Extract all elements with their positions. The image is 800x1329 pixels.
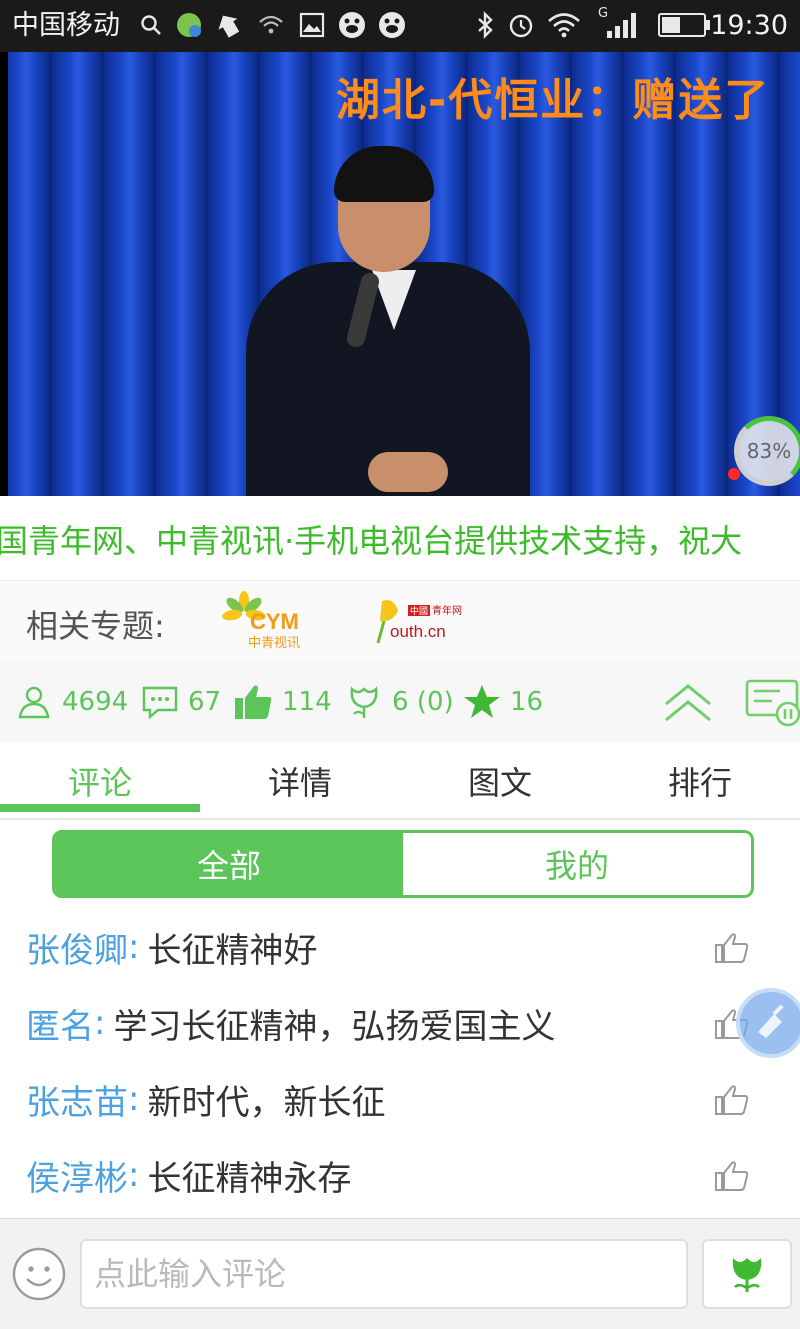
- comment-item: 匿名: 学习长征精神，弘扬爱国主义: [26, 998, 766, 1048]
- comment-bubble-icon: [142, 686, 178, 720]
- flower-count-value: 6 (0): [392, 687, 454, 717]
- baidu-icon: [378, 10, 406, 40]
- app-icon: [214, 10, 244, 40]
- comment-like-icon[interactable]: [714, 1084, 750, 1116]
- ticker-text: 国青年网、中青视讯·手机电视台提供技术支持，祝大: [0, 522, 743, 560]
- svg-text:中國: 中國: [410, 605, 428, 617]
- related-topics-bar: 相关专题: CYM 中青视讯 中國 青年网 outh.cn: [0, 580, 800, 663]
- favorite-count-value: 16: [510, 687, 544, 717]
- alarm-icon: [506, 10, 536, 40]
- wifi-icon: [546, 10, 582, 40]
- cym-logo-caption: 中青视讯: [248, 636, 300, 651]
- bluetooth-icon: [474, 10, 496, 40]
- comment-item: 张俊卿: 长征精神好: [26, 922, 766, 972]
- comment-colon: :: [128, 1155, 140, 1195]
- svg-text:青年网: 青年网: [432, 604, 462, 617]
- program-list-icon[interactable]: [744, 676, 800, 728]
- like-count[interactable]: 114: [232, 682, 332, 722]
- cym-logo[interactable]: CYM 中青视讯: [222, 591, 322, 651]
- floating-clean-button[interactable]: [736, 988, 800, 1058]
- comment-text: 学习长征精神，弘扬爱国主义: [113, 1006, 556, 1047]
- comment-text: 长征精神永存: [147, 1158, 352, 1199]
- favorite-count[interactable]: 16: [462, 682, 543, 722]
- viewer-count: 4694: [14, 682, 128, 722]
- comment-colon: :: [128, 927, 140, 967]
- comment-count-value: 67: [188, 687, 222, 717]
- comment-text: 新时代，新长征: [147, 1082, 386, 1123]
- tab-comments[interactable]: 评论: [0, 758, 200, 804]
- carrier-name: 中国移动: [12, 10, 120, 41]
- comment-text: 长征精神好: [147, 930, 318, 971]
- comment-input-bar: [0, 1218, 800, 1329]
- comment-count[interactable]: 67: [140, 682, 221, 722]
- baidu-icon: [338, 10, 366, 40]
- comment-username[interactable]: 张俊卿: [26, 923, 128, 972]
- flower-icon: [350, 686, 378, 718]
- clock: 19:30: [710, 10, 788, 41]
- signal-icon: [604, 10, 640, 40]
- search-icon: [138, 10, 164, 40]
- comment-item: 张志苗: 新时代，新长征: [26, 1074, 766, 1124]
- comment-username[interactable]: 侯淳彬: [26, 1151, 128, 1200]
- related-topics-label: 相关专题:: [26, 607, 165, 645]
- scrolling-ticker: 国青年网、中青视讯·手机电视台提供技术支持，祝大: [0, 496, 800, 580]
- broom-icon: [758, 1004, 784, 1038]
- comment-item: 侯淳彬: 长征精神永存: [26, 1150, 766, 1200]
- tab-graphics[interactable]: 图文: [400, 758, 600, 804]
- video-player[interactable]: 湖北-代恒业：赠送了: [0, 52, 800, 496]
- status-bar: 中国移动 G 19:30: [0, 0, 800, 52]
- filter-all-button[interactable]: 全部: [55, 833, 403, 895]
- tab-details[interactable]: 详情: [200, 758, 400, 804]
- star-icon: [464, 685, 500, 718]
- comment-like-icon[interactable]: [714, 932, 750, 964]
- comment-username[interactable]: 匿名: [26, 999, 94, 1048]
- buffer-progress-indicator: 83%: [734, 416, 800, 486]
- danmu-comment: 湖北-代恒业：赠送了: [336, 75, 771, 126]
- comment-like-icon[interactable]: [714, 1160, 750, 1192]
- stats-bar: 4694 67 114 6 (0) 16: [0, 662, 800, 742]
- battery-icon: [654, 10, 710, 40]
- comment-input[interactable]: [80, 1239, 688, 1309]
- comment-filter-segmented: 全部 我的: [52, 830, 754, 898]
- video-letterbox: [0, 52, 8, 496]
- speaker-hand: [368, 452, 448, 492]
- send-flower-button[interactable]: [702, 1239, 792, 1309]
- battery-level: [662, 17, 680, 33]
- collapse-chevron-up-icon[interactable]: [660, 680, 716, 724]
- youth-cn-logo[interactable]: 中國 青年网 outh.cn: [372, 595, 468, 651]
- active-tab-indicator: [0, 804, 200, 812]
- thumbs-up-icon: [235, 685, 272, 719]
- flower-icon: [732, 1258, 762, 1292]
- live-dot-indicator: [728, 468, 740, 480]
- emoji-button[interactable]: [12, 1247, 66, 1301]
- viewers-icon: [18, 686, 50, 719]
- wifi-icon: [256, 10, 286, 40]
- smiley-icon: [12, 1247, 66, 1301]
- tab-ranking[interactable]: 排行: [600, 758, 800, 804]
- viewer-count-value: 4694: [62, 687, 129, 717]
- youth-logo-text: outh.cn: [390, 622, 446, 641]
- image-icon: [298, 10, 326, 40]
- comment-username[interactable]: 张志苗: [26, 1075, 128, 1124]
- flower-count[interactable]: 6 (0): [344, 682, 454, 722]
- speaker-hair: [334, 146, 434, 202]
- like-count-value: 114: [282, 687, 332, 717]
- app-icon: [174, 10, 204, 40]
- comment-colon: :: [94, 1003, 106, 1043]
- filter-mine-button[interactable]: 我的: [403, 833, 751, 895]
- cym-logo-text: CYM: [250, 609, 299, 634]
- comment-colon: :: [128, 1079, 140, 1119]
